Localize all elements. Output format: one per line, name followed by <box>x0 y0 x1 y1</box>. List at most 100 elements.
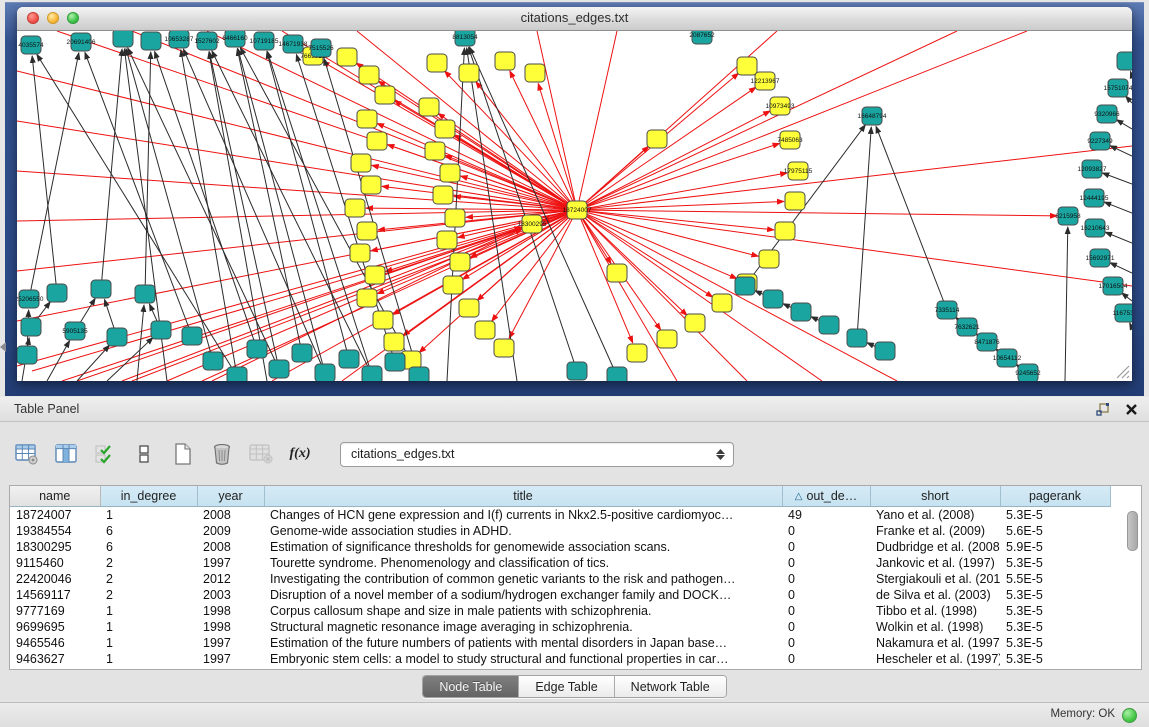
graph-node[interactable] <box>419 98 439 116</box>
graph-node[interactable] <box>475 321 495 339</box>
graph-node[interactable]: 15751074 <box>1104 79 1132 97</box>
table-cell[interactable]: 1 <box>100 635 197 651</box>
graph-node[interactable]: 16648794 <box>858 107 887 125</box>
float-panel-icon[interactable] <box>1095 401 1111 417</box>
table-cell[interactable]: 1997 <box>197 651 264 667</box>
table-cell[interactable]: Stergiakouli et al. (2012) <box>870 571 1000 587</box>
table-cell[interactable]: 9115460 <box>10 555 100 571</box>
table-cell[interactable]: 18724007 <box>10 507 100 524</box>
table-cell[interactable]: Changes of HCN gene expression and I(f) … <box>264 507 782 524</box>
window-titlebar[interactable]: citations_edges.txt <box>17 7 1132 31</box>
memory-status-indicator[interactable] <box>1122 708 1137 723</box>
new-table-icon[interactable] <box>170 441 196 467</box>
table-cell[interactable]: 9699695 <box>10 619 100 635</box>
table-cell[interactable]: Hescheler et al. (1997) <box>870 651 1000 667</box>
table-cell[interactable]: 2 <box>100 555 197 571</box>
table-row[interactable]: 1872400712008Changes of HCN gene express… <box>10 507 1110 524</box>
graph-node[interactable]: 5905135 <box>62 322 88 340</box>
column-visibility-icon[interactable] <box>53 441 79 467</box>
table-row[interactable]: 911546021997Tourette syndrome. Phenomeno… <box>10 555 1110 571</box>
table-cell[interactable]: Estimation of the future numbers of pati… <box>264 635 782 651</box>
graph-node[interactable] <box>365 266 385 284</box>
graph-node[interactable] <box>657 330 677 348</box>
graph-node[interactable] <box>525 64 545 82</box>
graph-node[interactable]: 17016504 <box>1099 277 1128 295</box>
table-cell[interactable]: Nakamura et al. (1997) <box>870 635 1000 651</box>
graph-node[interactable]: 10719185 <box>250 32 279 50</box>
graph-node[interactable] <box>359 66 379 84</box>
table-row[interactable]: 946554611997Estimation of the future num… <box>10 635 1110 651</box>
table-cell[interactable]: Structural magnetic resonance image aver… <box>264 619 782 635</box>
graph-node[interactable]: 6466160 <box>222 31 248 47</box>
table-cell[interactable]: 1 <box>100 651 197 667</box>
table-cell[interactable]: 1 <box>100 603 197 619</box>
table-cell[interactable]: 0 <box>782 523 870 539</box>
graph-node[interactable] <box>141 32 161 50</box>
graph-node[interactable] <box>785 192 805 210</box>
row-mode-icon[interactable] <box>131 441 157 467</box>
graph-node[interactable] <box>113 31 133 47</box>
table-cell[interactable]: 6 <box>100 523 197 539</box>
graph-node[interactable]: 7485063 <box>777 131 803 149</box>
graph-node[interactable] <box>445 209 465 227</box>
graph-node[interactable] <box>151 321 171 339</box>
graph-node[interactable] <box>712 294 732 312</box>
table-row[interactable]: 1830029562008Estimation of significance … <box>10 539 1110 555</box>
table-row[interactable]: 1456911722003Disruption of a novel membe… <box>10 587 1110 603</box>
graph-node[interactable] <box>459 64 479 82</box>
table-cell[interactable]: 5.3E-5 <box>1000 555 1110 571</box>
table-cell[interactable]: 0 <box>782 619 870 635</box>
graph-node[interactable]: 12093827 <box>1078 160 1107 178</box>
table-cell[interactable]: Embryonic stem cells: a model to study s… <box>264 651 782 667</box>
table-cell[interactable]: 5.3E-5 <box>1000 603 1110 619</box>
table-cell[interactable]: 1 <box>100 619 197 635</box>
graph-node[interactable] <box>361 176 381 194</box>
table-cell[interactable]: 0 <box>782 603 870 619</box>
table-cell[interactable]: 0 <box>782 539 870 555</box>
table-cell[interactable]: 19384554 <box>10 523 100 539</box>
graph-node[interactable]: 7632621 <box>954 318 980 336</box>
column-header-year[interactable]: year <box>197 486 264 507</box>
graph-node[interactable] <box>247 340 267 358</box>
graph-node[interactable] <box>315 364 335 381</box>
column-header-out_de[interactable]: △out_de… <box>782 486 870 507</box>
graph-node[interactable]: 8813054 <box>452 31 478 46</box>
graph-node[interactable] <box>685 314 705 332</box>
graph-node[interactable] <box>443 276 463 294</box>
table-cell[interactable]: 9465546 <box>10 635 100 651</box>
table-cell[interactable]: 1 <box>100 507 197 524</box>
table-cell[interactable]: Yano et al. (2008) <box>870 507 1000 524</box>
graph-node[interactable] <box>17 346 37 364</box>
graph-node[interactable] <box>135 285 155 303</box>
graph-node[interactable] <box>1117 52 1132 70</box>
graph-node[interactable]: 20691406 <box>67 33 96 51</box>
graph-node[interactable] <box>339 350 359 368</box>
graph-node[interactable] <box>647 130 667 148</box>
graph-node[interactable]: 1167531 <box>1113 304 1132 322</box>
graph-node[interactable] <box>735 277 755 295</box>
table-cell[interactable]: 1998 <box>197 603 264 619</box>
graph-node[interactable]: 10654112 <box>993 349 1022 367</box>
graph-node[interactable] <box>775 222 795 240</box>
graph-node[interactable] <box>427 54 447 72</box>
table-cell[interactable]: Wolkin et al. (1998) <box>870 619 1000 635</box>
graph-node[interactable]: 12213967 <box>751 72 780 90</box>
window-resize-grip[interactable] <box>1114 363 1130 379</box>
graph-node[interactable] <box>450 253 470 271</box>
graph-node[interactable] <box>607 264 627 282</box>
graph-node[interactable] <box>385 353 405 371</box>
table-cell[interactable]: Tourette syndrome. Phenomenology and cla… <box>264 555 782 571</box>
table-cell[interactable]: Estimation of significance thresholds fo… <box>264 539 782 555</box>
graph-node[interactable]: 8471876 <box>974 333 1000 351</box>
table-settings-icon[interactable] <box>14 441 40 467</box>
graph-node[interactable] <box>367 132 387 150</box>
graph-node[interactable] <box>182 327 202 345</box>
column-header-in_degree[interactable]: in_degree <box>100 486 197 507</box>
graph-node[interactable]: 16210643 <box>1081 219 1110 237</box>
graph-node[interactable]: 10653287 <box>165 31 194 48</box>
graph-node[interactable] <box>107 328 127 346</box>
table-cell[interactable]: 0 <box>782 555 870 571</box>
graph-node[interactable]: 4035574 <box>18 36 44 54</box>
table-cell[interactable]: 0 <box>782 587 870 603</box>
table-cell[interactable]: 2 <box>100 587 197 603</box>
